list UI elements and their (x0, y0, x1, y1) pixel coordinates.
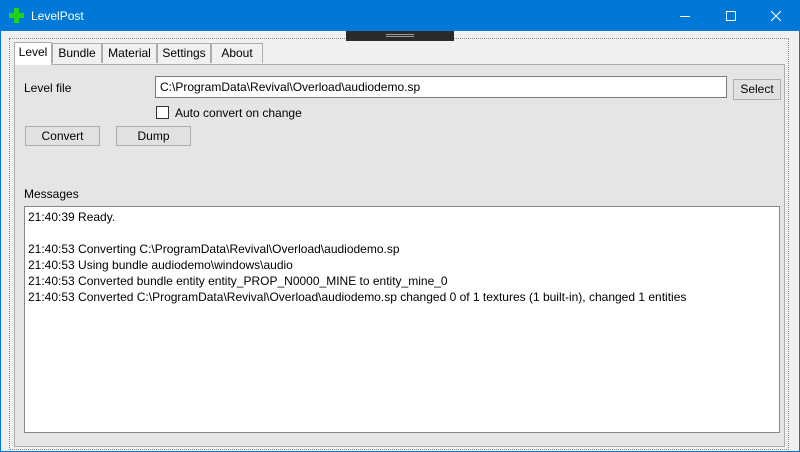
auto-convert-checkbox[interactable] (156, 106, 169, 119)
green-plus-icon (9, 8, 24, 23)
message-line: 21:40:53 Converted bundle entity entity_… (28, 274, 448, 288)
convert-button[interactable]: Convert (25, 126, 100, 146)
maximize-button[interactable] (708, 1, 754, 31)
tab-about[interactable]: About (211, 43, 263, 63)
message-line: 21:40:53 Converting C:\ProgramData\Reviv… (28, 242, 400, 256)
message-line: 21:40:53 Converted C:\ProgramData\Reviva… (28, 290, 687, 304)
message-line: 21:40:39 Ready. (28, 210, 116, 224)
minimize-icon (680, 16, 690, 17)
tab-settings[interactable]: Settings (157, 43, 211, 63)
select-button[interactable]: Select (733, 79, 781, 100)
minimize-button[interactable] (662, 1, 708, 31)
close-icon (771, 11, 781, 21)
close-button[interactable] (753, 1, 799, 31)
tab-bundle[interactable]: Bundle (52, 43, 102, 63)
drag-grip[interactable] (346, 31, 454, 41)
messages-log[interactable]: 21:40:39 Ready. 21:40:53 Converting C:\P… (24, 206, 780, 433)
messages-label: Messages (24, 187, 79, 201)
window-title: LevelPost (31, 9, 84, 23)
message-line: 21:40:53 Using bundle audiodemo\windows\… (28, 258, 293, 272)
auto-convert-label[interactable]: Auto convert on change (175, 106, 302, 120)
level-file-label: Level file (24, 81, 72, 95)
grip-line (386, 34, 414, 35)
title-bar[interactable]: LevelPost (1, 1, 799, 31)
dump-button[interactable]: Dump (116, 126, 191, 146)
tab-level[interactable]: Level (14, 42, 52, 65)
grip-line (386, 36, 414, 37)
maximize-icon (726, 11, 736, 21)
tab-material[interactable]: Material (102, 43, 157, 63)
level-file-input[interactable]: C:\ProgramData\Revival\Overload\audiodem… (155, 76, 727, 98)
message-line (28, 225, 776, 241)
